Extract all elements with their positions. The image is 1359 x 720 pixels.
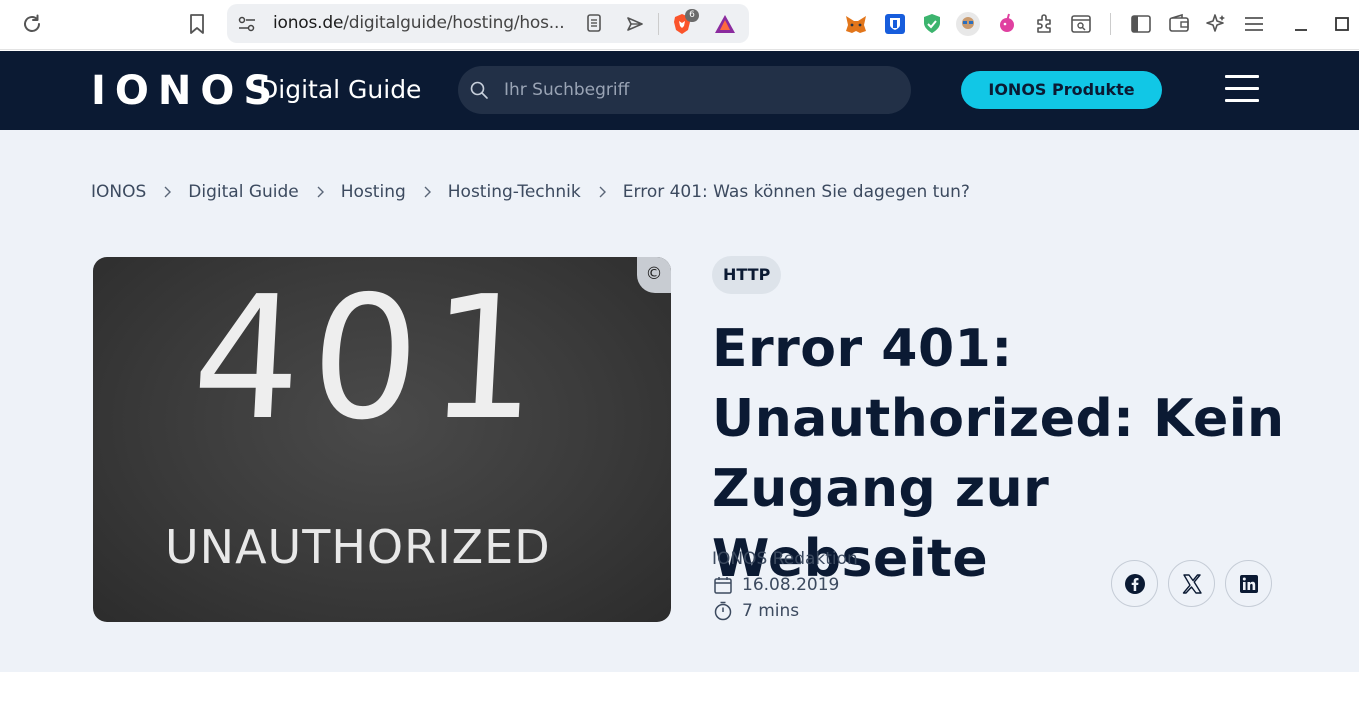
breadcrumb-current: Error 401: Was können Sie dagegen tun?	[622, 182, 970, 202]
category-tag[interactable]: HTTP	[712, 256, 782, 294]
chevron-right-icon	[164, 186, 172, 198]
ionos-logo[interactable]: IONOS	[91, 69, 281, 113]
chevron-right-icon	[424, 186, 431, 198]
facebook-icon	[1125, 574, 1145, 594]
copyright-badge[interactable]: ©	[637, 257, 671, 293]
extensions-icon[interactable]	[1032, 11, 1058, 37]
maximize-icon[interactable]	[1331, 12, 1353, 36]
url-host: ionos.de	[273, 13, 344, 33]
sidebar-icon[interactable]	[1128, 11, 1154, 37]
site-settings-icon[interactable]	[237, 14, 257, 34]
bookmark-icon[interactable]	[186, 12, 208, 36]
share-facebook-button[interactable]	[1111, 560, 1158, 607]
reload-icon[interactable]	[20, 12, 44, 36]
read-time-text: 7 mins	[742, 601, 800, 621]
breadcrumb-item-ionos[interactable]: IONOS	[91, 182, 146, 202]
leo-ai-icon[interactable]	[1203, 11, 1229, 37]
linkedin-icon	[1240, 575, 1258, 593]
url-path: /digitalguide/hosting/hos...	[343, 13, 565, 33]
shields-count-badge: 6	[685, 9, 699, 22]
chevron-right-icon	[317, 186, 324, 198]
chevron-right-icon	[599, 186, 606, 198]
shield-extension-icon[interactable]	[919, 11, 945, 37]
minimize-icon[interactable]	[1290, 12, 1312, 36]
share-page-icon[interactable]	[625, 14, 645, 34]
hero-image-unauthorized-text: UNAUTHORIZED	[165, 520, 551, 574]
toolbar-divider	[1110, 13, 1111, 35]
timer-icon	[714, 601, 732, 621]
read-time: 7 mins	[712, 598, 858, 624]
article-hero-section: IONOS Digital Guide Hosting Hosting-Tech…	[0, 130, 1359, 672]
date-text: 16.08.2019	[742, 575, 840, 595]
breadcrumb: IONOS Digital Guide Hosting Hosting-Tech…	[91, 182, 970, 202]
share-linkedin-button[interactable]	[1225, 560, 1272, 607]
calendar-icon	[714, 577, 732, 594]
profile-extension-icon[interactable]	[955, 11, 981, 37]
hero-image: 401 UNAUTHORIZED	[93, 257, 671, 622]
site-header: IONOS Digital Guide IONOS Produkte	[0, 51, 1359, 130]
breadcrumb-item-hosting-technik[interactable]: Hosting-Technik	[448, 182, 581, 202]
share-x-button[interactable]	[1168, 560, 1215, 607]
url-text[interactable]: ionos.de/digitalguide/hosting/hos...	[273, 13, 565, 33]
search-icon	[470, 81, 488, 99]
publish-date: 16.08.2019	[712, 572, 858, 598]
metamask-icon[interactable]	[843, 11, 869, 37]
article-title-line: Unauthorized: Kein	[712, 389, 1285, 449]
hamburger-menu-icon[interactable]	[1225, 75, 1259, 105]
author: IONOS Redaktion	[712, 546, 858, 572]
article-title-line: Error 401:	[712, 319, 1013, 379]
search-window-icon[interactable]	[1068, 11, 1094, 37]
ionos-products-button[interactable]: IONOS Produkte	[961, 71, 1162, 109]
divider	[658, 13, 659, 35]
bitwarden-icon[interactable]	[882, 11, 908, 37]
article-meta: IONOS Redaktion 16.08.2019 7 mins	[712, 546, 858, 624]
breadcrumb-item-digital-guide[interactable]: Digital Guide	[188, 182, 298, 202]
reader-mode-icon[interactable]	[584, 13, 604, 33]
search-bar[interactable]	[458, 66, 911, 114]
hero-image-401-text: 401	[187, 260, 553, 458]
app-menu-icon[interactable]	[1241, 11, 1267, 37]
breadcrumb-item-hosting[interactable]: Hosting	[341, 182, 406, 202]
browser-toolbar: ionos.de/digitalguide/hosting/hos... 6	[0, 0, 1359, 50]
wallet-icon[interactable]	[1166, 11, 1192, 37]
address-bar[interactable]: ionos.de/digitalguide/hosting/hos... 6	[227, 4, 749, 43]
author-name: IONOS Redaktion	[712, 549, 858, 569]
search-input[interactable]	[504, 76, 894, 104]
guide-title[interactable]: Digital Guide	[259, 75, 421, 104]
x-icon	[1182, 574, 1202, 594]
brave-rewards-icon[interactable]	[713, 13, 737, 35]
unicorn-extension-icon[interactable]	[994, 11, 1020, 37]
